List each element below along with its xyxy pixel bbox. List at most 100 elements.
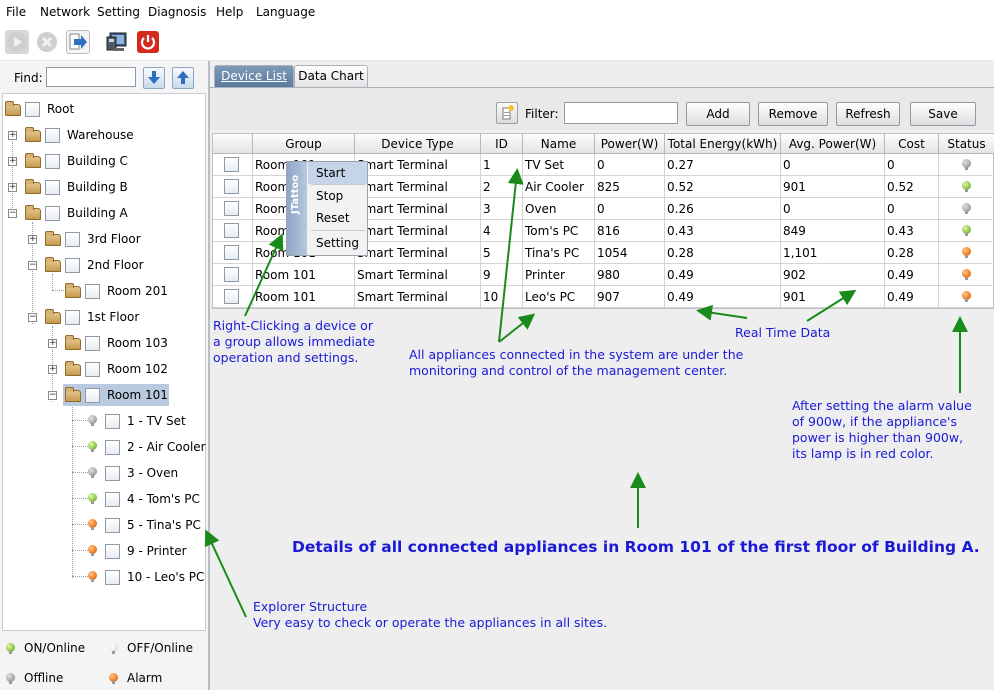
expand-icon[interactable]: + [8,183,17,192]
tree-label: 2 - Air Cooler [127,440,206,454]
cell-id: 3 [481,198,523,220]
lamp-alarm-icon [109,673,118,684]
menu-language[interactable]: Language [256,5,315,19]
tree-node-building-b[interactable]: + Building B [3,176,203,198]
refresh-button[interactable]: Refresh [836,102,900,126]
tree-node-3rd-floor[interactable]: + 3rd Floor [23,228,203,250]
tree-node-1st-floor[interactable]: − 1st Floor [23,306,203,328]
tree-device[interactable]: 1 - TV Set [85,410,203,432]
collapse-icon[interactable]: − [48,391,57,400]
find-previous-button[interactable] [172,67,194,89]
expand-icon[interactable]: + [8,131,17,140]
expand-icon[interactable]: + [48,365,57,374]
menu-file[interactable]: File [6,5,26,19]
collapse-icon[interactable]: − [28,261,37,270]
tree-checkbox[interactable] [85,362,100,377]
table-header[interactable]: Name [523,134,595,154]
filter-input[interactable] [564,102,678,124]
row-checkbox[interactable] [224,289,239,304]
table-header[interactable]: Total Energy(kWh) [665,134,781,154]
table-header[interactable]: Power(W) [595,134,665,154]
table-header[interactable]: Group [253,134,355,154]
tree-node-warehouse[interactable]: + Warehouse [3,124,203,146]
tree-node-room-102[interactable]: + Room 102 [43,358,203,380]
collapse-icon[interactable]: − [28,313,37,322]
tree-node-root[interactable]: Root [3,98,203,120]
tree-device[interactable]: 10 - Leo's PC [85,566,204,588]
save-button[interactable]: Save [910,102,976,126]
tree-node-building-c[interactable]: + Building C [3,150,203,172]
tree-device[interactable]: 3 - Oven [85,462,203,484]
menu-setting[interactable]: Setting [97,5,140,19]
table-header[interactable]: Device Type [355,134,481,154]
tree-checkbox[interactable] [105,544,120,559]
tree-node-room-103[interactable]: + Room 103 [43,332,203,354]
add-filter-icon[interactable] [496,102,518,124]
context-menu-stop[interactable]: Stop [308,185,367,207]
cell-name: Tom's PC [523,220,595,242]
table-header[interactable]: ID [481,134,523,154]
row-checkbox[interactable] [224,223,239,238]
menu-diagnosis[interactable]: Diagnosis [148,5,206,19]
import-icon[interactable] [66,30,90,54]
tree-checkbox[interactable] [85,284,100,299]
tab-data-chart[interactable]: Data Chart [294,65,368,87]
tree-checkbox[interactable] [85,388,100,403]
expand-icon[interactable]: + [48,339,57,348]
tree-device[interactable]: 5 - Tina's PC [85,514,203,536]
context-menu-start[interactable]: Start [308,162,367,184]
find-input[interactable] [46,67,136,87]
tree-device[interactable]: 4 - Tom's PC [85,488,203,510]
expand-icon[interactable]: + [8,157,17,166]
menu-help[interactable]: Help [216,5,243,19]
table-header[interactable]: Cost [885,134,939,154]
tree-checkbox[interactable] [45,206,60,221]
tree-checkbox[interactable] [105,570,120,585]
tree-checkbox[interactable] [105,466,120,481]
row-checkbox[interactable] [224,245,239,260]
tree-checkbox[interactable] [45,180,60,195]
tree-checkbox[interactable] [65,232,80,247]
tree-checkbox[interactable] [105,518,120,533]
find-next-button[interactable] [143,67,165,89]
tree-node-room-201[interactable]: Room 201 [43,280,203,302]
tree-checkbox[interactable] [105,414,120,429]
expand-icon[interactable]: + [28,235,37,244]
folder-icon [45,257,61,272]
tree-checkbox[interactable] [45,128,60,143]
context-menu-setting[interactable]: Setting [308,232,367,254]
cell-total-energy: 0.49 [665,286,781,308]
tree-checkbox[interactable] [105,440,120,455]
tab-device-list[interactable]: Device List [214,65,294,87]
row-checkbox[interactable] [224,267,239,282]
play-icon[interactable] [5,30,29,54]
collapse-icon[interactable]: − [8,209,17,218]
stop-icon[interactable] [35,30,59,54]
tree-node-2nd-floor[interactable]: − 2nd Floor [23,254,203,276]
tree-checkbox[interactable] [105,492,120,507]
tree-node-building-a[interactable]: − Building A [3,202,203,224]
table-header[interactable]: Status [939,134,994,154]
tree-checkbox[interactable] [65,258,80,273]
tree-device[interactable]: 9 - Printer [85,540,203,562]
row-checkbox[interactable] [224,201,239,216]
tree-checkbox[interactable] [85,336,100,351]
tree-device[interactable]: 2 - Air Cooler [85,436,206,458]
table-header[interactable] [213,134,253,154]
lamp-on-icon [88,493,97,504]
row-checkbox[interactable] [224,157,239,172]
menu-network[interactable]: Network [40,5,90,19]
row-select-cell [213,286,253,308]
context-menu-reset[interactable]: Reset [308,207,367,229]
tree-checkbox[interactable] [45,154,60,169]
monitor-icon[interactable] [105,30,129,54]
table-header[interactable]: Avg. Power(W) [781,134,885,154]
add-button[interactable]: Add [686,102,750,126]
remove-button[interactable]: Remove [758,102,828,126]
row-checkbox[interactable] [224,179,239,194]
tree-checkbox[interactable] [25,102,40,117]
tree-node-room-101[interactable]: − Room 101 [43,384,203,406]
lamp-off-icon [109,643,118,654]
power-icon[interactable] [136,30,160,54]
tree-checkbox[interactable] [65,310,80,325]
